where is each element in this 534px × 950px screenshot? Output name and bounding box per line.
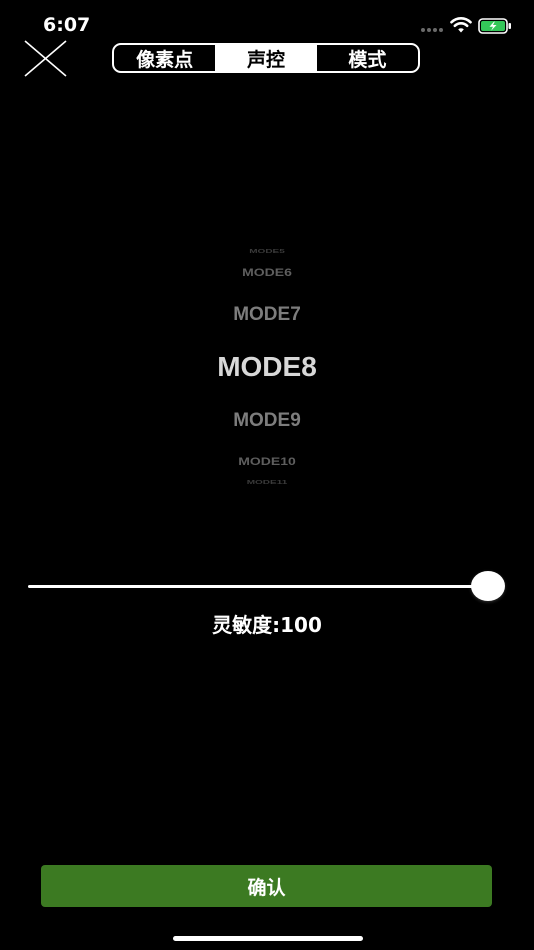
signal-dots-icon — [421, 28, 445, 33]
battery-charging-icon — [478, 18, 511, 34]
picker-item[interactable]: MODE7 — [0, 304, 534, 326]
picker-item[interactable]: MODE10 — [0, 455, 534, 468]
slider-track[interactable] — [28, 585, 488, 588]
confirm-button[interactable]: 确认 — [41, 865, 492, 907]
tab-pixel[interactable]: 像素点 — [114, 45, 215, 71]
mode-picker[interactable]: MODE5 MODE6 MODE7 MODE8 MODE9 MODE10 MOD… — [0, 240, 534, 490]
home-indicator — [173, 936, 363, 941]
close-icon — [24, 40, 67, 77]
picker-item[interactable]: MODE6 — [0, 266, 534, 279]
tab-voice-control[interactable]: 声控 — [215, 45, 317, 71]
close-button[interactable] — [22, 38, 70, 80]
wifi-icon — [450, 17, 472, 33]
sensitivity-slider[interactable] — [28, 570, 508, 604]
picker-item[interactable]: MODE11 — [0, 480, 534, 486]
sensitivity-label: 灵敏度:100 — [212, 613, 322, 637]
slider-thumb[interactable] — [471, 571, 505, 601]
picker-item[interactable]: MODE9 — [0, 410, 534, 432]
picker-item-selected[interactable]: MODE8 — [0, 351, 534, 383]
mode-segmented-control: 像素点 声控 模式 — [112, 43, 420, 73]
status-time: 6:07 — [43, 14, 91, 36]
picker-item[interactable]: MODE5 — [0, 249, 534, 255]
status-bar: 6:07 — [0, 0, 534, 44]
tab-mode[interactable]: 模式 — [317, 45, 418, 71]
